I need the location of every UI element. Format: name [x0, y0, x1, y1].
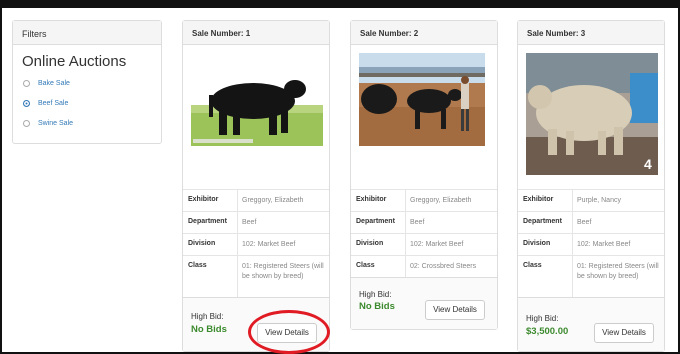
info-value: 02: Crossbred Steers: [405, 256, 497, 277]
animal-photo[interactable]: [359, 53, 491, 146]
radio-icon[interactable]: [23, 79, 30, 87]
high-bid-label: High Bid:: [526, 314, 559, 323]
top-border-bar: [2, 2, 678, 8]
info-row-class: Class 02: Crossbred Steers: [351, 255, 497, 277]
photo-badge: 4: [644, 156, 652, 172]
radio-selected-icon[interactable]: [23, 99, 30, 107]
info-value: 01: Registered Steers (will be shown by …: [572, 256, 664, 297]
high-bid-footer: High Bid: No Bids View Details: [351, 277, 497, 329]
info-value: Beef: [237, 212, 329, 233]
sale-info-table: Exhibitor Purple, Nancy Department Beef …: [518, 189, 664, 297]
info-key: Class: [356, 262, 375, 269]
filters-panel: Filters Online Auctions Bake Sale Beef S…: [12, 20, 162, 144]
info-key: Exhibitor: [356, 196, 387, 203]
filters-title: Online Auctions: [22, 53, 127, 70]
sale-card-title: Sale Number: 3: [518, 21, 664, 45]
sale-info-table: Exhibitor Greggory, Elizabeth Department…: [183, 189, 329, 297]
info-row-exhibitor: Exhibitor Purple, Nancy: [518, 189, 664, 211]
filter-option-label[interactable]: Bake Sale: [38, 80, 70, 87]
sale-card-title: Sale Number: 2: [351, 21, 497, 45]
sale-info-table: Exhibitor Greggory, Elizabeth Department…: [351, 189, 497, 277]
info-value: 102: Market Beef: [572, 234, 664, 255]
high-bid-value: No Bids: [191, 324, 227, 335]
show-ring-steer-image: [359, 53, 485, 146]
sale-card-2: Sale Number: 2 Exhibitor Greggory, Eliza…: [350, 20, 498, 330]
info-row-class: Class 01: Registered Steers (will be sho…: [518, 255, 664, 297]
info-value: Greggory, Elizabeth: [405, 190, 497, 211]
view-details-button[interactable]: View Details: [594, 323, 654, 343]
info-value: 102: Market Beef: [405, 234, 497, 255]
info-value: Beef: [405, 212, 497, 233]
black-steer-image: [191, 53, 323, 146]
animal-photo[interactable]: [191, 53, 323, 146]
filter-option-label[interactable]: Beef Sale: [38, 100, 68, 107]
highlight-circle-annotation: [248, 310, 330, 354]
info-key: Class: [523, 262, 542, 269]
info-value: Greggory, Elizabeth: [237, 190, 329, 211]
high-bid-footer: High Bid: $3,500.00 View Details: [518, 297, 664, 351]
info-key: Division: [523, 240, 551, 247]
info-row-department: Department Beef: [183, 211, 329, 233]
radio-icon[interactable]: [23, 119, 30, 127]
info-value: Purple, Nancy: [572, 190, 664, 211]
info-key: Division: [188, 240, 216, 247]
info-key: Class: [188, 262, 207, 269]
info-row-department: Department Beef: [351, 211, 497, 233]
info-row-department: Department Beef: [518, 211, 664, 233]
filter-option-swine-sale[interactable]: Swine Sale: [23, 116, 161, 130]
high-bid-value: No Bids: [359, 301, 395, 312]
info-value: 102: Market Beef: [237, 234, 329, 255]
info-key: Exhibitor: [188, 196, 219, 203]
filter-option-label[interactable]: Swine Sale: [38, 120, 73, 127]
filters-header: Filters: [13, 21, 161, 45]
info-key: Department: [356, 218, 395, 225]
info-row-exhibitor: Exhibitor Greggory, Elizabeth: [351, 189, 497, 211]
info-key: Division: [356, 240, 384, 247]
view-details-button[interactable]: View Details: [425, 300, 485, 320]
tan-steer-image: 4: [526, 53, 658, 175]
sale-card-title: Sale Number: 1: [183, 21, 329, 45]
sale-card-1: Sale Number: 1 Exhibitor Greggory, Eliza…: [182, 20, 330, 352]
high-bid-label: High Bid:: [191, 312, 224, 321]
info-key: Exhibitor: [523, 196, 554, 203]
info-row-division: Division 102: Market Beef: [183, 233, 329, 255]
filter-option-beef-sale[interactable]: Beef Sale: [23, 96, 161, 110]
info-row-division: Division 102: Market Beef: [351, 233, 497, 255]
sale-card-3: Sale Number: 3 4 Exhibitor Purple, Nancy…: [517, 20, 665, 352]
high-bid-value: $3,500.00: [526, 326, 569, 337]
info-value: Beef: [572, 212, 664, 233]
info-row-class: Class 01: Registered Steers (will be sho…: [183, 255, 329, 297]
info-key: Department: [523, 218, 562, 225]
info-key: Department: [188, 218, 227, 225]
info-row-division: Division 102: Market Beef: [518, 233, 664, 255]
info-value: 01: Registered Steers (will be shown by …: [237, 256, 329, 297]
filter-option-bake-sale[interactable]: Bake Sale: [23, 76, 161, 90]
info-row-exhibitor: Exhibitor Greggory, Elizabeth: [183, 189, 329, 211]
animal-photo[interactable]: 4: [526, 53, 658, 175]
high-bid-label: High Bid:: [359, 290, 392, 299]
